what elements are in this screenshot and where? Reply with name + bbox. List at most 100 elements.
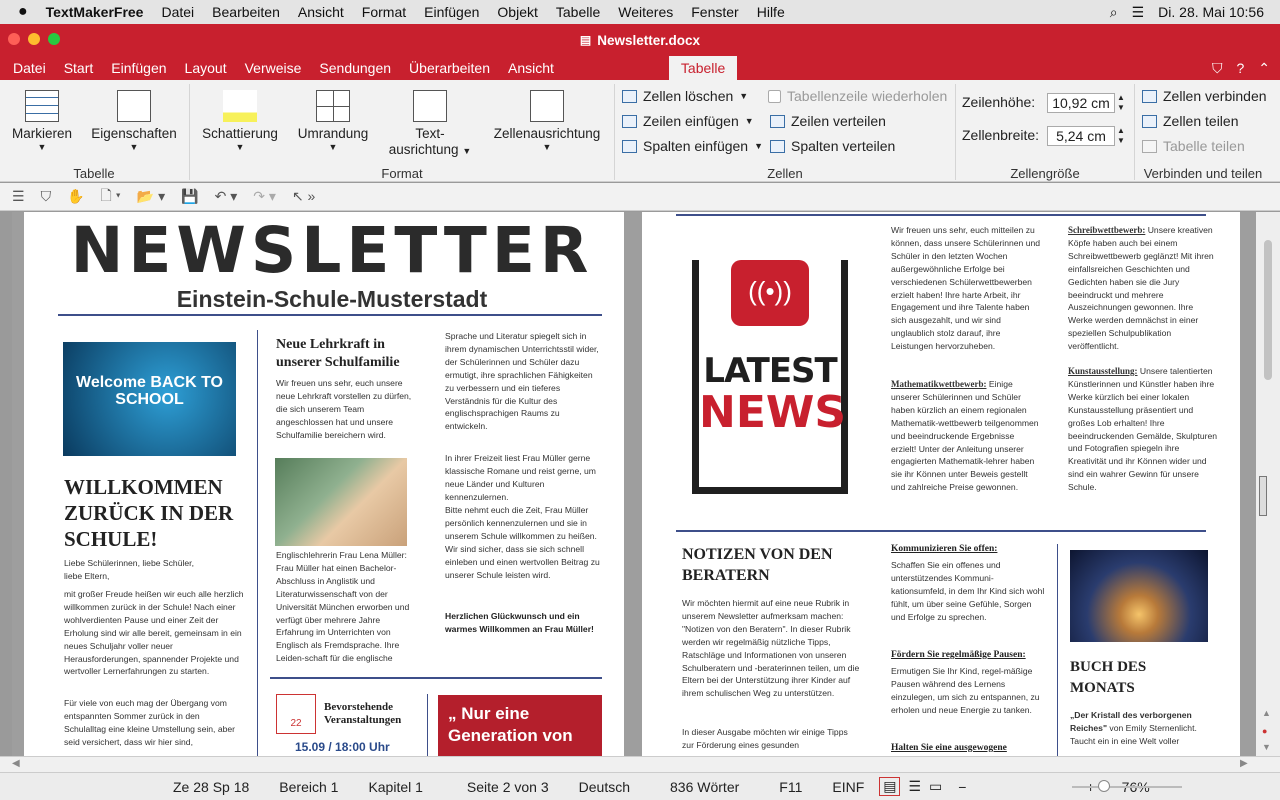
tabelle-teilen-button[interactable]: Tabelle teilen: [1142, 138, 1245, 154]
scroll-right-icon[interactable]: ▶: [1240, 758, 1248, 769]
schattierung-button[interactable]: Schattierung ▼: [196, 90, 284, 152]
newsletter-title: NEWSLETTER: [70, 214, 594, 287]
control-center-icon[interactable]: ☰: [1132, 4, 1145, 21]
menu-fenster[interactable]: Fenster: [682, 4, 747, 20]
horizontal-scrollbar[interactable]: ◀ ▶: [0, 756, 1280, 772]
sidebar-toggle-icon[interactable]: ☰: [12, 188, 25, 205]
zellen-loeschen-button[interactable]: Zellen löschen ▼: [622, 88, 748, 104]
chevron-down-icon: ▼: [542, 142, 552, 152]
view-outline-icon[interactable]: ☰: [900, 778, 929, 795]
scroll-up-icon[interactable]: ▲: [1262, 708, 1271, 718]
art-text: Unsere talentierten Künstlerinnen und Kü…: [1068, 366, 1218, 493]
events-date: 15.09 / 18:00 Uhr: [295, 740, 390, 754]
textausrichtung-button[interactable]: Text- ausrichtung ▼: [384, 90, 476, 159]
tab-datei[interactable]: Datei: [0, 56, 55, 80]
page-2[interactable]: ((•)) LATEST NEWS Wir freuen uns sehr, e…: [642, 212, 1240, 756]
zellenausrichtung-button[interactable]: Zellenausrichtung ▼: [488, 90, 606, 152]
zellen-teilen-button[interactable]: Zellen teilen: [1142, 113, 1239, 129]
zoom-slider-handle[interactable]: [1098, 780, 1110, 792]
book-paragraph: „Der Kristall des verborgenen Reiches" v…: [1070, 709, 1212, 748]
zeilenhoehe-input[interactable]: 10,92 cm: [1047, 93, 1115, 113]
scroll-left-icon[interactable]: ◀: [12, 758, 20, 769]
zellen-verbinden-button[interactable]: Zellen verbinden: [1142, 88, 1267, 104]
tab-sendungen[interactable]: Sendungen: [310, 56, 400, 80]
chevron-down-icon: ▼: [462, 146, 472, 156]
status-seite: Seite 2 von 3: [466, 778, 549, 795]
search-icon[interactable]: ⌕: [1110, 4, 1118, 21]
column-divider: [427, 694, 428, 756]
zeilenhoehe-stepper[interactable]: ▲ ▼: [1117, 93, 1125, 113]
distribute-columns-icon: [770, 139, 785, 153]
tab-layout[interactable]: Layout: [176, 56, 236, 80]
menu-tabelle[interactable]: Tabelle: [547, 4, 609, 20]
collapse-ribbon-icon[interactable]: ⌃: [1258, 56, 1270, 80]
tabellenzeile-wiederholen-checkbox[interactable]: Tabellenzeile wiederholen: [768, 88, 947, 104]
minimize-window-button[interactable]: [28, 33, 40, 45]
insert-rows-icon: [622, 114, 637, 128]
zoom-slider[interactable]: [1072, 786, 1182, 788]
newsletter-subtitle: Einstein-Schule-Musterstadt: [176, 286, 488, 312]
zeilen-einfuegen-button[interactable]: Zeilen einfügen ▼: [622, 113, 754, 129]
clock[interactable]: Di. 28. Mai 10:56: [1158, 4, 1264, 20]
zellenbreite-input[interactable]: 5,24 cm: [1047, 126, 1115, 146]
zeilen-verteilen-button[interactable]: Zeilen verteilen: [770, 113, 886, 129]
document-area[interactable]: NEWSLETTER Einstein-Schule-Musterstadt W…: [12, 212, 1256, 756]
menu-bearbeiten[interactable]: Bearbeiten: [203, 4, 289, 20]
view-normal-icon[interactable]: ▤: [879, 777, 901, 796]
border-icon: [316, 90, 350, 122]
page-1[interactable]: NEWSLETTER Einstein-Schule-Musterstadt W…: [24, 212, 624, 756]
scroll-thumb[interactable]: [1264, 240, 1272, 380]
help-icon[interactable]: ?: [1236, 56, 1244, 80]
save-icon[interactable]: 💾: [181, 188, 198, 205]
eigenschaften-button[interactable]: Eigenschaften ▼: [86, 90, 182, 152]
menu-einfuegen[interactable]: Einfügen: [415, 4, 488, 20]
redo-icon[interactable]: ↷ ▾: [253, 188, 276, 205]
tab-ueberarbeiten[interactable]: Überarbeiten: [400, 56, 499, 80]
menu-datei[interactable]: Datei: [152, 4, 203, 20]
zoom-window-button[interactable]: [48, 33, 60, 45]
art-heading: Kunstausstellung:: [1068, 366, 1138, 376]
umrandung-button[interactable]: Umrandung ▼: [292, 90, 374, 152]
tab-ansicht[interactable]: Ansicht: [499, 56, 563, 80]
vertical-scrollbar[interactable]: ▲ ● ▼: [1256, 212, 1280, 756]
delete-cells-icon: [622, 89, 637, 103]
cart-icon[interactable]: ⛉: [1212, 56, 1223, 80]
status-sprache[interactable]: Deutsch: [564, 779, 645, 795]
right-panel-handle[interactable]: [1259, 476, 1267, 516]
zoom-out-icon[interactable]: −: [958, 779, 966, 795]
apple-icon[interactable]: ●: [0, 3, 37, 21]
open-folder-icon[interactable]: 📂 ▾: [137, 188, 165, 205]
undo-icon[interactable]: ↶ ▾: [215, 188, 238, 205]
hand-icon[interactable]: ✋: [67, 188, 84, 205]
menu-weiteres[interactable]: Weiteres: [609, 4, 682, 20]
window-title-bar: ▤ Newsletter.docx: [0, 24, 1280, 56]
ribbon-tabs: Datei Start Einfügen Layout Verweise Sen…: [0, 56, 1280, 80]
close-window-button[interactable]: [8, 33, 20, 45]
status-einf[interactable]: EINF: [817, 779, 879, 795]
markieren-button[interactable]: Markieren ▼: [8, 90, 76, 152]
horizontal-rule: [270, 677, 602, 679]
tab-verweise[interactable]: Verweise: [236, 56, 311, 80]
menu-ansicht[interactable]: Ansicht: [289, 4, 353, 20]
menu-hilfe[interactable]: Hilfe: [748, 4, 794, 20]
view-page-icon[interactable]: ▭: [929, 778, 942, 795]
zellenbreite-stepper[interactable]: ▲ ▼: [1117, 126, 1125, 146]
browse-object-icon[interactable]: ●: [1262, 726, 1267, 736]
table-select-icon: [25, 90, 59, 122]
scroll-down-icon[interactable]: ▼: [1262, 742, 1271, 752]
zeilenhoehe-label: Zeilenhöhe:: [962, 94, 1036, 110]
menu-app[interactable]: TextMakerFree: [37, 4, 153, 20]
achievements-paragraph: Wir freuen uns sehr, euch mitteilen zu k…: [891, 225, 1041, 352]
chevron-down-icon: ▼: [328, 142, 338, 152]
tab-einfuegen[interactable]: Einfügen: [102, 56, 175, 80]
spalten-einfuegen-button[interactable]: Spalten einfügen ▼: [622, 138, 763, 154]
cart-icon[interactable]: ⛉: [41, 188, 52, 205]
new-document-icon[interactable]: 🗋 ▾: [101, 185, 121, 209]
menu-format[interactable]: Format: [353, 4, 415, 20]
pointer-icon[interactable]: ↖ »: [292, 188, 315, 205]
tab-tabelle[interactable]: Tabelle: [668, 56, 738, 80]
group-tabelle-label: Tabelle: [73, 166, 115, 181]
spalten-verteilen-button[interactable]: Spalten verteilen: [770, 138, 895, 154]
menu-objekt[interactable]: Objekt: [488, 4, 546, 20]
tab-start[interactable]: Start: [55, 56, 103, 80]
